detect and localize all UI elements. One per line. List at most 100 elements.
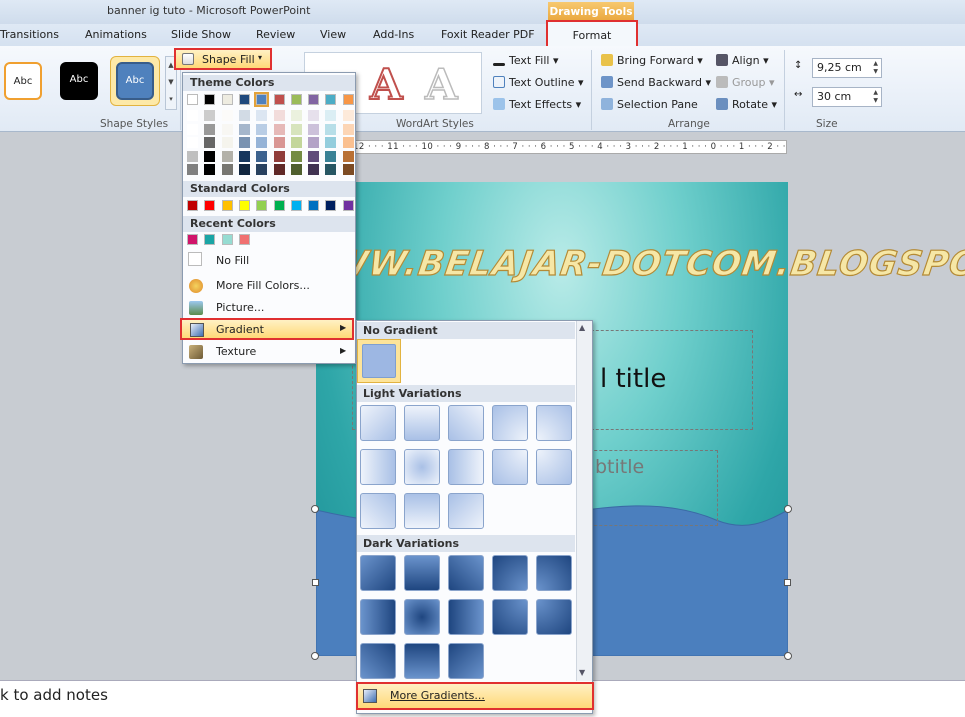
group-button[interactable]: Group ▾ bbox=[716, 76, 775, 89]
theme-shade-swatch[interactable] bbox=[204, 123, 216, 135]
theme-color-swatch[interactable] bbox=[238, 94, 250, 105]
theme-shade-swatch[interactable] bbox=[273, 137, 285, 148]
recent-color-swatch[interactable] bbox=[221, 234, 233, 245]
more-gradients-item[interactable]: More Gradients... bbox=[356, 682, 594, 710]
shape-fill-button[interactable]: Shape Fill ▾ bbox=[174, 48, 272, 70]
theme-shade-swatch[interactable] bbox=[204, 164, 216, 175]
recent-color-swatch[interactable] bbox=[204, 234, 216, 245]
dark-gradient-swatch[interactable] bbox=[448, 599, 484, 635]
theme-shade-swatch[interactable] bbox=[308, 110, 320, 121]
shape-style-thumb-3-frame[interactable]: Abc bbox=[110, 56, 160, 106]
dark-gradient-swatch[interactable] bbox=[404, 555, 440, 591]
light-gradient-swatch[interactable] bbox=[492, 405, 528, 441]
theme-shade-swatch[interactable] bbox=[325, 123, 337, 135]
wordart-white-a-icon[interactable]: A bbox=[424, 59, 458, 110]
light-gradient-swatch[interactable] bbox=[448, 493, 484, 529]
theme-color-swatch[interactable] bbox=[308, 94, 320, 105]
dark-gradient-swatch[interactable] bbox=[404, 599, 440, 635]
horizontal-ruler[interactable]: 12 · · · 11 · · · 10 · · · 9 · · · 8 · ·… bbox=[352, 140, 787, 154]
shape-style-thumb-2[interactable]: Abc bbox=[60, 62, 98, 100]
standard-color-swatch[interactable] bbox=[238, 200, 250, 211]
theme-shade-swatch[interactable] bbox=[187, 150, 198, 162]
theme-color-swatch[interactable] bbox=[221, 94, 233, 105]
theme-shade-swatch[interactable] bbox=[221, 150, 233, 162]
shape-height-input[interactable]: 9,25 cm bbox=[812, 58, 882, 78]
dark-gradient-swatch[interactable] bbox=[360, 555, 396, 591]
light-gradient-swatch[interactable] bbox=[492, 449, 528, 485]
standard-color-swatch[interactable] bbox=[342, 200, 354, 211]
tab-slide-show[interactable]: Slide Show bbox=[171, 28, 231, 41]
shape-width-input[interactable]: 30 cm bbox=[812, 87, 882, 107]
more-fill-colors-item[interactable]: More Fill Colors... bbox=[216, 279, 310, 292]
text-effects-button[interactable]: Text Effects ▾ bbox=[493, 98, 581, 111]
theme-shade-swatch[interactable] bbox=[221, 110, 233, 121]
theme-shade-swatch[interactable] bbox=[187, 164, 198, 175]
light-gradient-swatch[interactable] bbox=[404, 449, 440, 485]
scroll-up-icon[interactable]: ▲ bbox=[579, 323, 585, 332]
theme-shade-swatch[interactable] bbox=[238, 137, 250, 148]
recent-color-swatch[interactable] bbox=[238, 234, 250, 245]
theme-shade-swatch[interactable] bbox=[308, 137, 320, 148]
theme-color-swatch[interactable] bbox=[290, 94, 302, 105]
scroll-down-icon[interactable]: ▼ bbox=[579, 668, 585, 677]
theme-shade-swatch[interactable] bbox=[342, 164, 354, 175]
standard-color-swatch[interactable] bbox=[204, 200, 216, 211]
align-button[interactable]: Align ▾ bbox=[716, 54, 769, 67]
theme-shade-swatch[interactable] bbox=[256, 110, 268, 121]
shape-style-thumb-1[interactable]: Abc bbox=[4, 62, 42, 100]
theme-shade-swatch[interactable] bbox=[187, 137, 198, 148]
tab-add-ins[interactable]: Add-Ins bbox=[373, 28, 414, 41]
recent-color-swatch[interactable] bbox=[187, 234, 198, 245]
tab-transitions[interactable]: Transitions bbox=[0, 28, 59, 41]
dark-gradient-swatch[interactable] bbox=[404, 643, 440, 679]
no-fill-item[interactable]: No Fill bbox=[216, 254, 249, 267]
gradient-scrollbar[interactable]: ▲ ▼ bbox=[576, 321, 592, 681]
theme-shade-swatch[interactable] bbox=[273, 123, 285, 135]
light-gradient-swatch[interactable] bbox=[404, 493, 440, 529]
dark-gradient-swatch[interactable] bbox=[360, 599, 396, 635]
theme-color-swatch[interactable] bbox=[187, 94, 198, 105]
theme-shade-swatch[interactable] bbox=[325, 150, 337, 162]
standard-color-swatch[interactable] bbox=[256, 200, 268, 211]
light-gradient-swatch[interactable] bbox=[360, 405, 396, 441]
theme-shade-swatch[interactable] bbox=[290, 137, 302, 148]
theme-shade-swatch[interactable] bbox=[187, 110, 198, 121]
resize-handle[interactable] bbox=[784, 579, 791, 586]
theme-shade-swatch[interactable] bbox=[325, 137, 337, 148]
theme-color-swatch[interactable] bbox=[273, 94, 285, 105]
theme-shade-swatch[interactable] bbox=[308, 123, 320, 135]
dark-gradient-swatch[interactable] bbox=[448, 643, 484, 679]
theme-shade-swatch[interactable] bbox=[256, 150, 268, 162]
theme-color-swatch[interactable] bbox=[325, 94, 337, 105]
theme-shade-swatch[interactable] bbox=[308, 150, 320, 162]
bring-forward-button[interactable]: Bring Forward ▾ bbox=[601, 54, 703, 67]
gradient-item[interactable]: Gradient ▶ bbox=[180, 318, 354, 340]
theme-shade-swatch[interactable] bbox=[256, 123, 268, 135]
theme-shade-swatch[interactable] bbox=[290, 123, 302, 135]
theme-shade-swatch[interactable] bbox=[238, 110, 250, 121]
dark-gradient-swatch[interactable] bbox=[360, 643, 396, 679]
theme-color-swatch[interactable] bbox=[204, 94, 216, 105]
tab-view[interactable]: View bbox=[320, 28, 346, 41]
standard-color-swatch[interactable] bbox=[221, 200, 233, 211]
texture-item[interactable]: Texture bbox=[216, 345, 256, 358]
theme-shade-swatch[interactable] bbox=[290, 150, 302, 162]
theme-color-swatch[interactable] bbox=[342, 94, 354, 105]
dark-gradient-swatch[interactable] bbox=[536, 599, 572, 635]
dark-gradient-swatch[interactable] bbox=[492, 599, 528, 635]
theme-shade-swatch[interactable] bbox=[221, 164, 233, 175]
light-gradient-swatch[interactable] bbox=[404, 405, 440, 441]
theme-shade-swatch[interactable] bbox=[342, 137, 354, 148]
resize-handle[interactable] bbox=[312, 579, 319, 586]
standard-color-swatch[interactable] bbox=[290, 200, 302, 211]
text-outline-button[interactable]: Text Outline ▾ bbox=[493, 76, 584, 89]
dark-gradient-swatch[interactable] bbox=[448, 555, 484, 591]
resize-handle[interactable] bbox=[311, 505, 319, 513]
no-gradient-selected-frame[interactable] bbox=[357, 339, 401, 383]
theme-shade-swatch[interactable] bbox=[325, 164, 337, 175]
standard-color-swatch[interactable] bbox=[308, 200, 320, 211]
theme-shade-swatch[interactable] bbox=[273, 150, 285, 162]
standard-color-swatch[interactable] bbox=[325, 200, 337, 211]
theme-shade-swatch[interactable] bbox=[256, 164, 268, 175]
text-fill-button[interactable]: Text Fill ▾ bbox=[493, 54, 558, 67]
